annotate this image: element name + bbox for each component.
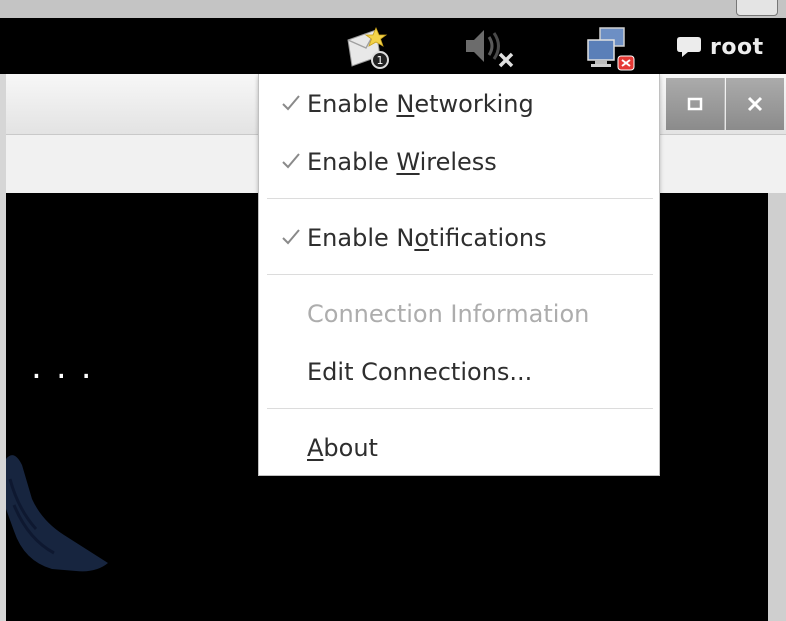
menu-item-about[interactable]: About (259, 426, 659, 470)
user-menu[interactable]: root (676, 32, 764, 62)
menu-item-enable-notifications[interactable]: Enable Notifications (259, 216, 659, 260)
menu-item-label: Edit Connections... (307, 358, 533, 386)
content-scrollbar[interactable] (768, 193, 786, 621)
menu-item-label: Connection Information (307, 300, 590, 328)
maximize-icon (687, 97, 703, 111)
close-button[interactable] (726, 78, 784, 130)
background-window-button[interactable] (736, 0, 778, 16)
network-applet-menu: Enable Networking Enable Wireless Enable… (258, 74, 660, 476)
content-ellipsis: ... (28, 352, 103, 385)
menu-separator (267, 274, 653, 275)
menu-item-label: About (307, 434, 378, 462)
network-disconnected-icon[interactable] (586, 26, 638, 76)
check-icon (282, 229, 300, 245)
check-icon (282, 153, 300, 169)
menu-item-connection-information: Connection Information (259, 292, 659, 336)
menu-separator (267, 198, 653, 199)
menu-item-label: Enable Notifications (307, 224, 547, 252)
chat-bubble-icon (677, 37, 701, 57)
menu-item-enable-networking[interactable]: Enable Networking (259, 82, 659, 126)
user-name: root (710, 34, 764, 60)
maximize-button[interactable] (666, 78, 725, 130)
decorative-shape (6, 455, 108, 572)
menu-separator (267, 408, 653, 409)
check-icon (282, 95, 300, 111)
top-panel: 1 root (0, 18, 786, 74)
close-icon (747, 96, 763, 112)
speaker-muted-icon[interactable] (462, 26, 518, 74)
menu-item-label: Enable Networking (307, 90, 534, 118)
menu-item-edit-connections[interactable]: Edit Connections... (259, 350, 659, 394)
svg-text:1: 1 (377, 54, 384, 67)
mail-notification-icon[interactable]: 1 (346, 26, 394, 74)
menu-item-enable-wireless[interactable]: Enable Wireless (259, 140, 659, 184)
background-window-edge (0, 0, 786, 18)
menu-item-label: Enable Wireless (307, 148, 497, 176)
